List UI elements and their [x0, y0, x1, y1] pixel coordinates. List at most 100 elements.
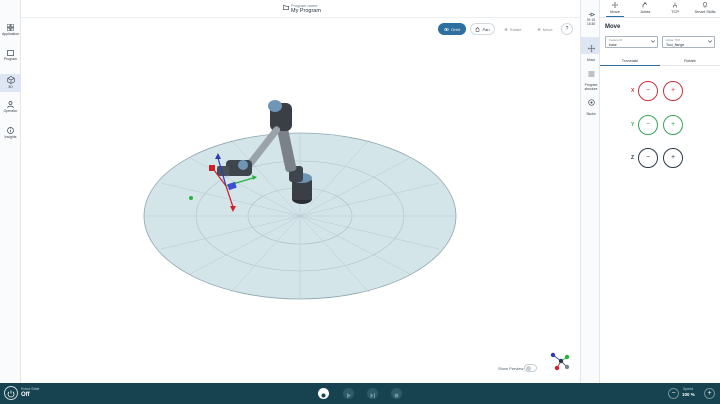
- folder-icon: [7, 50, 14, 56]
- axis-label-x: X: [631, 88, 635, 94]
- list-icon: [588, 71, 594, 77]
- chevron-down-icon: [708, 40, 712, 43]
- show-preview-label: Show Preview: [498, 366, 524, 371]
- satellite-icon: [588, 12, 595, 17]
- nav-item-operator[interactable]: Operator: [0, 101, 21, 121]
- person-icon: [7, 101, 14, 108]
- tab-tcp[interactable]: TCP: [660, 2, 690, 14]
- tab-joints-label: Joints: [639, 9, 651, 14]
- nav-label-operator: Operator: [3, 109, 18, 113]
- program-name[interactable]: My Program: [291, 8, 321, 14]
- step-button[interactable]: [367, 388, 378, 399]
- play-button[interactable]: [343, 388, 354, 399]
- bottom-status-bar: Robot State Off − Speed 100 % +: [0, 383, 720, 404]
- strip-label-program-structure: Program structure: [584, 83, 598, 91]
- strip-item-move[interactable]: Move: [581, 37, 601, 62]
- nav-label-3d: 3D: [8, 85, 13, 89]
- stop-icon: [394, 393, 399, 398]
- pan-button[interactable]: Pan: [470, 23, 495, 35]
- top-header: Program name My Program: [21, 0, 580, 18]
- grid-icon: [7, 24, 14, 31]
- info-icon: [7, 127, 14, 134]
- feature-select[interactable]: Feature ID base: [605, 36, 658, 48]
- nav-item-application[interactable]: Application: [0, 24, 21, 44]
- 3d-viewport[interactable]: [21, 18, 580, 383]
- z-plus-button[interactable]: +: [663, 148, 683, 168]
- tab-joints[interactable]: Joints: [630, 2, 660, 14]
- move-label: Move: [542, 26, 553, 32]
- pan-label: Pan: [482, 26, 490, 32]
- active-tcp-select-label: Active TCP: [666, 38, 680, 42]
- tab-move-label: Move: [610, 9, 620, 14]
- active-tcp-select-value: Tool_flange: [666, 42, 685, 47]
- axis-label-z: Z: [631, 155, 635, 161]
- orbit-label: Orbit: [451, 26, 460, 32]
- z-minus-button[interactable]: −: [638, 148, 658, 168]
- help-button[interactable]: ?: [561, 23, 573, 35]
- active-tcp-select[interactable]: Active TCP Tool_flange: [662, 36, 715, 48]
- axis-label-y: Y: [631, 122, 635, 128]
- tab-move[interactable]: Move: [600, 2, 630, 17]
- joints-icon: [642, 2, 648, 8]
- folder-icon[interactable]: [283, 5, 289, 10]
- right-tool-strip: 9f: 15 15:36 Move Program structure Stud…: [580, 0, 601, 383]
- tab-smart-skills[interactable]: Smart Skills: [690, 2, 720, 14]
- stop-button[interactable]: [391, 388, 402, 399]
- strip-item-program-structure[interactable]: Program structure: [581, 64, 601, 91]
- rotate-icon: ✥: [504, 26, 508, 32]
- tab-rotate[interactable]: Rotate: [660, 58, 720, 63]
- strip-item-studio[interactable]: Studio: [581, 93, 601, 116]
- power-icon: [7, 390, 15, 398]
- speed-decrease-button[interactable]: −: [668, 388, 679, 399]
- panel-tab-bar: Move Joints TCP Smart Skills: [600, 0, 720, 18]
- power-button[interactable]: [4, 386, 18, 400]
- nav-item-program[interactable]: Program: [0, 50, 21, 70]
- move-icon: [587, 44, 595, 53]
- play-icon: [347, 393, 351, 398]
- speed-value: 100 %: [682, 392, 695, 397]
- y-plus-button[interactable]: +: [663, 115, 683, 135]
- tcp-icon: [673, 2, 677, 8]
- record-button[interactable]: [318, 388, 329, 399]
- polyscope-app: Application Program 3D Operator Insights…: [0, 0, 720, 404]
- nav-label-program: Program: [3, 57, 18, 61]
- chevron-down-icon: [651, 40, 655, 43]
- tab-translate[interactable]: Translate: [600, 58, 660, 66]
- x-minus-button[interactable]: −: [638, 81, 658, 101]
- move-arrows-icon: ✥: [537, 26, 541, 32]
- nav-label-application: Application: [1, 32, 20, 36]
- nav-label-insights: Insights: [4, 135, 17, 139]
- orbit-icon: [444, 27, 450, 31]
- speed-increase-button[interactable]: +: [704, 388, 715, 399]
- speed-label: Speed: [683, 387, 694, 391]
- left-nav-rail: Application Program 3D Operator Insights: [0, 0, 21, 383]
- feature-select-value: base: [609, 42, 617, 47]
- tab-smart-skills-label: Smart Skills: [694, 9, 716, 14]
- nav-item-3d[interactable]: 3D: [0, 74, 21, 92]
- rotate-label: Rotate: [509, 26, 522, 32]
- orbit-button[interactable]: Orbit: [438, 23, 466, 35]
- move-cross-icon: [612, 2, 618, 8]
- cube-icon: [6, 76, 15, 84]
- rotate-button[interactable]: ✥ Rotate: [498, 23, 528, 35]
- feature-select-label: Feature ID: [609, 38, 623, 42]
- studio-icon: [587, 99, 595, 106]
- time-readout: 9f: 15 15:36: [587, 18, 595, 26]
- tab-tcp-label: TCP: [671, 9, 679, 14]
- nav-item-insights[interactable]: Insights: [0, 127, 21, 147]
- robot-state-label: Robot State: [21, 387, 40, 391]
- translate-rotate-tabs: Translate Rotate: [600, 56, 720, 66]
- strip-label-move: Move: [586, 58, 596, 62]
- step-icon: [370, 393, 375, 398]
- view-orientation-gizmo[interactable]: [550, 352, 570, 371]
- panel-title: Move: [605, 24, 621, 30]
- skills-icon: [703, 2, 707, 8]
- show-preview-toggle[interactable]: [524, 364, 537, 372]
- hand-icon: [476, 26, 480, 32]
- move-button[interactable]: ✥ Move: [531, 23, 559, 35]
- x-plus-button[interactable]: +: [663, 81, 683, 101]
- robot-state-value: Off: [21, 392, 30, 398]
- record-icon: [321, 393, 326, 398]
- y-minus-button[interactable]: −: [638, 115, 658, 135]
- move-panel: Move Joints TCP Smart Skills Move Featur…: [600, 0, 720, 383]
